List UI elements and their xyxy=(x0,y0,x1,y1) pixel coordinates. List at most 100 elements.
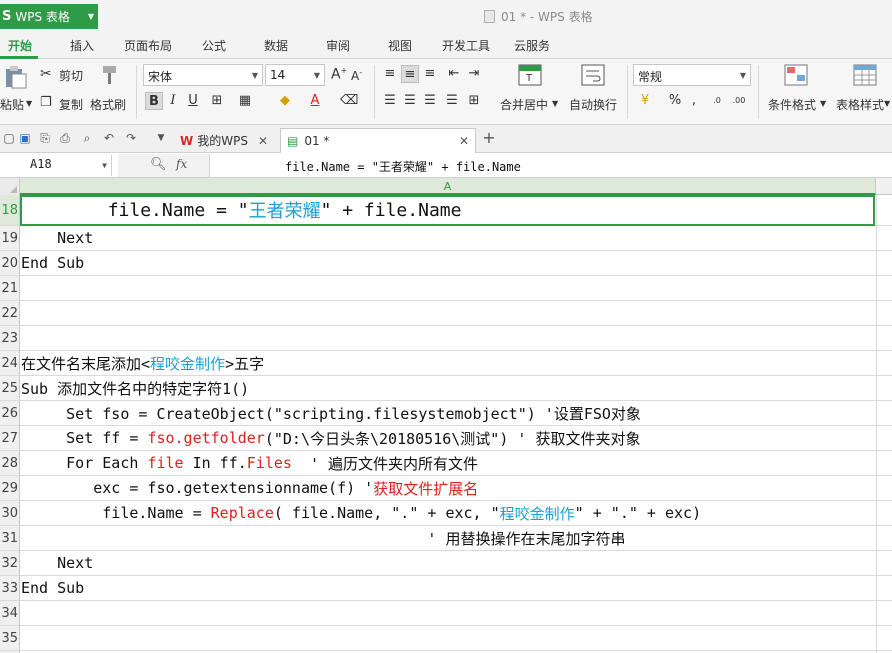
close-icon[interactable]: ✕ xyxy=(459,134,469,148)
tab-data[interactable]: 数据 xyxy=(264,37,288,54)
row-header[interactable]: 33 xyxy=(0,576,20,600)
tab-cloud-service[interactable]: 云服务 xyxy=(514,37,550,54)
close-icon[interactable]: ✕ xyxy=(258,134,268,148)
align-top-icon[interactable]: ≡ xyxy=(381,65,399,83)
cell-column-b[interactable] xyxy=(876,401,892,425)
distributed-icon[interactable]: ⊞ xyxy=(465,92,483,110)
cell[interactable] xyxy=(21,276,892,300)
number-format-select[interactable]: 常规 ▼ xyxy=(633,64,751,86)
tab-document[interactable]: ▤ 01 * ✕ xyxy=(280,128,476,153)
format-painter-button[interactable]: 格式刷 xyxy=(90,96,126,113)
wrap-text-button[interactable]: 自动换行 xyxy=(569,96,617,113)
cell[interactable]: Sub 添加文件名中的特定字符1() xyxy=(21,376,892,400)
column-header-a[interactable]: A xyxy=(20,178,876,195)
font-name-select[interactable]: 宋体 ▼ xyxy=(143,64,263,86)
justify-icon[interactable]: ☰ xyxy=(443,92,461,110)
formula-input[interactable]: file.Name = "王者荣耀" + file.Name xyxy=(285,158,521,175)
row-header[interactable]: 34 xyxy=(0,601,20,625)
conditional-format-icon[interactable] xyxy=(784,64,808,89)
table-style-icon[interactable] xyxy=(853,64,877,89)
row-header[interactable]: 30 xyxy=(0,501,20,525)
align-middle-icon[interactable]: ≡ xyxy=(401,65,419,83)
cell[interactable]: file.Name = " 王者荣耀 " + file.Name xyxy=(21,195,892,225)
clear-format-icon[interactable]: ⌫ xyxy=(340,92,358,110)
borders-icon[interactable]: ⊞ xyxy=(208,92,226,110)
chevron-down-icon[interactable]: ▼ xyxy=(552,99,558,108)
copy-button[interactable]: 复制 xyxy=(59,96,83,113)
align-left-icon[interactable]: ☰ xyxy=(381,92,399,110)
cell-column-b[interactable] xyxy=(876,276,892,300)
cell-column-b[interactable] xyxy=(876,501,892,525)
cell[interactable]: ' 用替换操作在末尾加字符串 xyxy=(21,526,892,550)
row-header[interactable]: 20 xyxy=(0,251,20,275)
cell-column-b[interactable] xyxy=(876,551,892,575)
decrease-decimal-icon[interactable]: .00 xyxy=(730,92,748,110)
align-bottom-icon[interactable]: ≡ xyxy=(421,65,439,83)
export-icon[interactable]: ⎘ xyxy=(38,131,52,145)
bold-button[interactable]: B xyxy=(145,92,163,110)
row-header[interactable]: 22 xyxy=(0,301,20,325)
row-header[interactable]: 28 xyxy=(0,451,20,475)
cell[interactable] xyxy=(21,301,892,325)
chevron-down-icon[interactable]: ▼ xyxy=(26,99,32,108)
row-header[interactable]: 32 xyxy=(0,551,20,575)
currency-icon[interactable]: ¥ xyxy=(636,92,654,110)
cell[interactable]: End Sub xyxy=(21,251,892,275)
tab-developer[interactable]: 开发工具 xyxy=(442,37,490,54)
row-header[interactable]: 27 xyxy=(0,426,20,450)
tab-page-layout[interactable]: 页面布局 xyxy=(124,37,172,54)
cell-column-b[interactable] xyxy=(876,301,892,325)
merge-center-button[interactable]: 合并居中 xyxy=(500,96,548,113)
cell[interactable]: 在文件名末尾添加< 程咬金制作 >五字 xyxy=(21,351,892,375)
percent-button[interactable]: % xyxy=(666,92,684,110)
row-header[interactable]: 18 xyxy=(0,195,20,225)
cell-column-b[interactable] xyxy=(876,251,892,275)
row-header[interactable]: 35 xyxy=(0,626,20,650)
cell[interactable]: Next xyxy=(21,551,892,575)
row-header[interactable]: 24 xyxy=(0,351,20,375)
new-file-icon[interactable]: ▢ xyxy=(2,131,16,145)
tab-view[interactable]: 视图 xyxy=(388,37,412,54)
cell-column-b[interactable] xyxy=(876,576,892,600)
cut-button[interactable]: 剪切 xyxy=(59,67,83,84)
cell-column-b[interactable] xyxy=(876,376,892,400)
row-header[interactable]: 31 xyxy=(0,526,20,550)
chevron-down-icon[interactable]: ▼ xyxy=(820,99,826,108)
insert-function-button[interactable]: fx xyxy=(176,157,187,171)
underline-button[interactable]: U xyxy=(184,92,202,110)
row-header[interactable]: 21 xyxy=(0,276,20,300)
row-header[interactable]: 29 xyxy=(0,476,20,500)
font-size-select[interactable]: 14 ▼ xyxy=(265,64,325,86)
new-tab-button[interactable]: + xyxy=(482,130,496,146)
increase-decimal-icon[interactable]: .0 xyxy=(708,92,726,110)
print-preview-icon[interactable]: ⌕ xyxy=(80,131,94,145)
cell-column-b[interactable] xyxy=(876,426,892,450)
table-style-button[interactable]: 表格样式 xyxy=(836,96,884,113)
increase-indent-icon[interactable]: ⇥ xyxy=(465,65,483,83)
chevron-down-icon[interactable]: ▼ xyxy=(154,131,168,145)
cell[interactable]: Set fso = CreateObject("scripting.filesy… xyxy=(21,401,892,425)
cell-column-b[interactable] xyxy=(876,226,892,250)
cell-column-b[interactable] xyxy=(876,195,892,225)
row-header[interactable]: 19 xyxy=(0,226,20,250)
cell[interactable] xyxy=(21,601,892,625)
increase-font-icon[interactable]: A+ xyxy=(331,66,347,83)
zoom-search-icon[interactable]: 🔍︎ xyxy=(150,157,167,172)
align-right-icon[interactable]: ☰ xyxy=(421,92,439,110)
copy-icon[interactable]: ❐ xyxy=(40,95,52,110)
font-color-icon[interactable]: A xyxy=(306,92,324,110)
cell[interactable]: For Each file In ff. Files ' 遍历文件夹内所有文件 xyxy=(21,451,892,475)
row-header[interactable]: 25 xyxy=(0,376,20,400)
name-box[interactable]: A18 ▼ xyxy=(0,155,112,176)
paste-button[interactable]: 粘贴 xyxy=(0,96,24,113)
merge-center-icon[interactable]: T xyxy=(518,64,542,89)
redo-icon[interactable]: ↷ xyxy=(124,131,138,145)
app-menu-button[interactable]: S WPS 表格 ▼ xyxy=(0,4,98,29)
format-painter-icon[interactable] xyxy=(100,64,120,89)
tab-formulas[interactable]: 公式 xyxy=(202,37,226,54)
cell[interactable]: exc = fso.getextensionname(f) ' 获取文件扩展名 xyxy=(21,476,892,500)
cell-column-b[interactable] xyxy=(876,476,892,500)
tab-insert[interactable]: 插入 xyxy=(70,37,94,54)
cell[interactable]: Next xyxy=(21,226,892,250)
row-header[interactable]: 26 xyxy=(0,401,20,425)
